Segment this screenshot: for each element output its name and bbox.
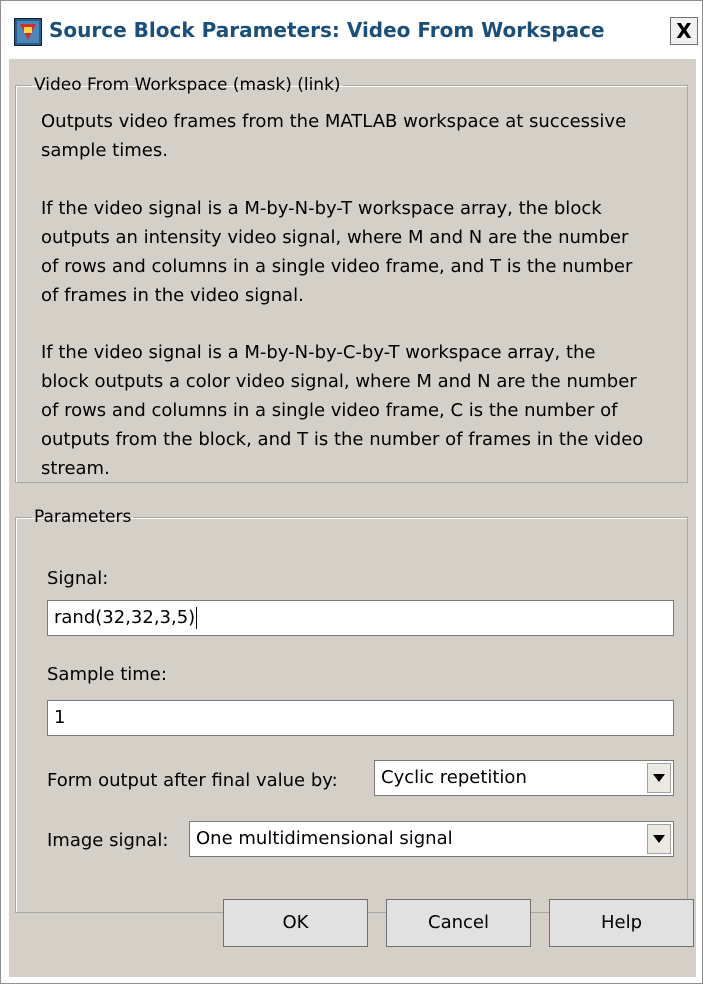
description-paragraph-3: If the video signal is a M-by-N-by-C-by-… <box>41 338 691 483</box>
description-paragraph-1: Outputs video frames from the MATLAB wor… <box>41 107 691 165</box>
description-line: outputs an intensity video signal, where… <box>41 227 629 248</box>
chevron-down-icon <box>653 835 665 843</box>
signal-input[interactable]: rand(32,32,3,5) <box>47 600 674 636</box>
description-line: If the video signal is a M-by-N-by-C-by-… <box>41 342 596 363</box>
simulink-block-icon <box>14 18 42 46</box>
description-line: of frames in the video signal. <box>41 285 304 306</box>
dialog-client-area: Video From Workspace (mask) (link) Outpu… <box>9 59 696 977</box>
help-button[interactable]: Help <box>549 899 694 947</box>
sample-time-label: Sample time: <box>47 664 167 685</box>
description-line: block outputs a color video signal, wher… <box>41 371 637 392</box>
dropdown-arrow-button[interactable] <box>647 824 671 854</box>
window-title: Source Block Parameters: Video From Work… <box>49 18 605 42</box>
chevron-down-icon <box>653 774 665 782</box>
description-line: Outputs video frames from the MATLAB wor… <box>41 111 627 132</box>
sample-time-input-value: 1 <box>54 707 66 728</box>
image-signal-select-value: One multidimensional signal <box>196 828 453 849</box>
form-output-label: Form output after final value by: <box>47 770 338 791</box>
ok-button[interactable]: OK <box>223 899 368 947</box>
close-button[interactable]: X <box>670 17 698 45</box>
signal-input-value: rand(32,32,3,5) <box>54 607 196 628</box>
title-bar[interactable]: Source Block Parameters: Video From Work… <box>1 1 702 59</box>
signal-label: Signal: <box>47 568 109 589</box>
description-line: of rows and columns in a single video fr… <box>41 400 618 421</box>
description-line: If the video signal is a M-by-N-by-T wor… <box>41 198 602 219</box>
parameters-group-title: Parameters <box>34 507 132 527</box>
description-line: outputs from the block, and T is the num… <box>41 429 644 450</box>
image-signal-select[interactable]: One multidimensional signal <box>189 821 674 857</box>
sample-time-input[interactable]: 1 <box>47 700 674 736</box>
description-paragraph-2: If the video signal is a M-by-N-by-T wor… <box>41 194 691 310</box>
close-icon: X <box>676 19 692 43</box>
description-line: stream. <box>41 458 110 479</box>
image-signal-label: Image signal: <box>47 830 169 851</box>
form-output-select[interactable]: Cyclic repetition <box>374 760 674 796</box>
dropdown-arrow-button[interactable] <box>647 763 671 793</box>
description-line: of rows and columns in a single video fr… <box>41 256 633 277</box>
form-output-select-value: Cyclic repetition <box>381 767 527 788</box>
description-line: sample times. <box>41 140 168 161</box>
text-caret <box>196 607 198 629</box>
cancel-button[interactable]: Cancel <box>386 899 531 947</box>
dialog-window: Source Block Parameters: Video From Work… <box>0 0 703 984</box>
mask-group-title: Video From Workspace (mask) (link) <box>34 75 341 95</box>
